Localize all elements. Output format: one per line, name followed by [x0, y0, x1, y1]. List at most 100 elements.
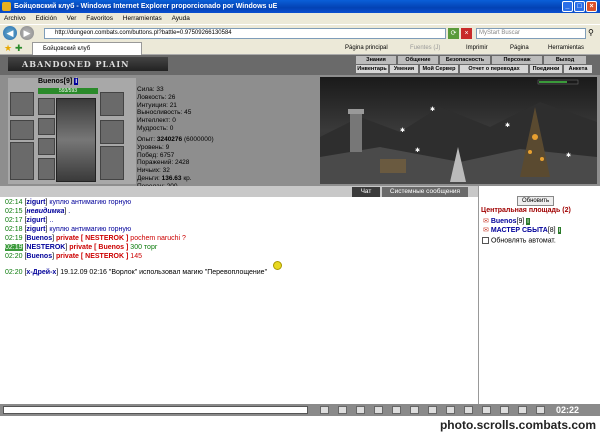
belt-slot-icon[interactable] [38, 158, 55, 180]
home-button[interactable]: Página principal [345, 41, 388, 55]
amulet-slot-icon[interactable] [38, 118, 55, 135]
nav-knowledge[interactable]: Знания [356, 56, 396, 64]
info-icon[interactable]: i [74, 78, 79, 85]
log-icon[interactable] [446, 406, 455, 414]
tab-chat[interactable]: Чат [352, 187, 380, 197]
chat-message-system: 02:20 [x-Дрей-x] 19.12.09 02:16 "Ворлок"… [5, 261, 283, 276]
svg-text:✱: ✱ [566, 152, 571, 159]
watermark: photo.scrolls.combats.com [439, 418, 596, 432]
chat-nick[interactable]: zigurt [26, 199, 45, 206]
back-icon[interactable]: ◀ [3, 26, 17, 40]
nav-skills[interactable]: Умения [390, 65, 418, 73]
close-button[interactable]: × [586, 1, 597, 12]
private-message-icon[interactable]: ✉ [483, 218, 489, 225]
stat-losses: Поражений: 2428 [137, 159, 190, 167]
tab-combats[interactable]: Бойцовский клуб [32, 42, 142, 55]
chat-nick[interactable]: Buenos [26, 253, 52, 260]
add-favorite-icon[interactable]: ✚ [15, 41, 23, 55]
translit-icon[interactable] [392, 406, 401, 414]
menu-ver[interactable]: Ver [63, 15, 81, 22]
chat-nick[interactable]: NESTEROK [26, 244, 65, 251]
armor-slot-icon[interactable] [10, 142, 34, 180]
gloves-slot-icon[interactable] [38, 138, 55, 155]
chat-nick[interactable]: невидимка [26, 208, 64, 215]
print-button[interactable]: Imprimir [466, 41, 488, 55]
auto-refresh-checkbox[interactable] [482, 237, 489, 244]
svg-text:✱: ✱ [400, 127, 405, 134]
menu-edicion[interactable]: Edición [32, 15, 61, 22]
menu-archivo[interactable]: Archivo [0, 15, 30, 22]
tab-bar: ★ ✚ Бойцовский клуб Página principal Fue… [0, 41, 600, 55]
chat-nick[interactable]: zigurt [26, 226, 45, 233]
user-row[interactable]: ✉ Buenos[9] i [483, 217, 530, 225]
nav-exit[interactable]: Выход [544, 56, 586, 64]
tools-button[interactable]: Herramientas [548, 41, 584, 55]
nav-my-server[interactable]: Мой Сервер [420, 65, 458, 73]
character-name[interactable]: Buenos[9] i [38, 78, 79, 85]
bracers-slot-icon[interactable] [100, 92, 124, 116]
smiles-icon[interactable] [374, 406, 383, 414]
stat-draws: Ничьих: 32 [137, 167, 170, 175]
status-bar: photo.scrolls.combats.com [0, 416, 600, 436]
nav-inventory[interactable]: Инвентарь [356, 65, 388, 73]
music-icon[interactable] [482, 406, 491, 414]
chat-nick[interactable]: x-Дрей-x [26, 269, 56, 276]
tab-system-messages[interactable]: Системные сообщения [382, 187, 468, 197]
minimize-button[interactable]: _ [562, 1, 573, 12]
user-row[interactable]: ✉ МАСТЕР СБЫТА[8] i [483, 226, 562, 234]
clear-icon[interactable] [338, 406, 347, 414]
chat-message: 02:14 [zigurt] куплю антимагию горную [5, 199, 132, 206]
nav-battles[interactable]: Поединки [530, 65, 562, 73]
help-icon[interactable] [536, 406, 545, 414]
private-message-icon[interactable]: ✉ [483, 227, 489, 234]
game-scene[interactable]: ✱ ✱ ✱ ✱ ✱ [320, 77, 597, 184]
feeds-button[interactable]: Fuentes (J) [410, 41, 440, 55]
svg-text:✱: ✱ [430, 106, 435, 113]
shield-slot-icon[interactable] [100, 120, 124, 144]
stop-icon[interactable]: × [461, 28, 472, 39]
address-bar: ◀ ▶ http://dungeon.combats.com/buttons.p… [0, 24, 600, 41]
menu-herramientas[interactable]: Herramientas [119, 15, 166, 22]
menu-ayuda[interactable]: Ayuda [168, 15, 194, 22]
nav-character[interactable]: Персонаж [492, 56, 542, 64]
menu-favoritos[interactable]: Favoritos [82, 15, 117, 22]
url-field[interactable]: http://dungeon.combats.com/buttons.pl?ba… [44, 28, 446, 39]
nav-security[interactable]: Безопасность [440, 56, 490, 64]
map-icon[interactable] [500, 406, 509, 414]
chat-message: 02:17 [zigurt] .. [5, 217, 54, 224]
helmet-slot-icon[interactable] [10, 92, 34, 116]
stat-level: Уровень: 9 [137, 143, 170, 151]
friends-icon[interactable] [464, 406, 473, 414]
window-title: Бойцовский клуб - Windows Internet Explo… [14, 3, 278, 10]
game-logo: ABANDONED PLAIN [8, 57, 168, 71]
ring-slot-icon[interactable] [38, 98, 55, 115]
search-input[interactable]: MyStart Buscar [476, 28, 586, 39]
chat-input[interactable] [3, 406, 308, 414]
send-icon[interactable] [320, 406, 329, 414]
filter-icon[interactable] [356, 406, 365, 414]
maximize-button[interactable]: □ [574, 1, 585, 12]
nav-chat[interactable]: Общение [398, 56, 438, 64]
refresh-users-button[interactable]: Обновить [517, 196, 555, 206]
search-icon[interactable]: ⚲ [588, 28, 594, 37]
sound-icon[interactable] [428, 406, 437, 414]
nav-profile[interactable]: Анкета [564, 65, 592, 73]
chat-nick[interactable]: Buenos [26, 235, 52, 242]
stats-progress: Опыт: 3240276 (6000000) Уровень: 9 Побед… [137, 136, 214, 190]
ie-app-icon [2, 2, 11, 11]
stat-endurance: Выносливость: 45 [137, 109, 192, 117]
forward-icon[interactable]: ▶ [20, 26, 34, 40]
auto-refresh-row: Обновлять автомат. [482, 237, 556, 244]
chat-nick[interactable]: zigurt [26, 217, 45, 224]
quest-icon[interactable] [518, 406, 527, 414]
chat-message: 02:18 [zigurt] куплю антимагию горную [5, 226, 132, 233]
user-info-icon[interactable]: i [526, 218, 530, 225]
boots-slot-icon[interactable] [100, 146, 124, 180]
user-info-icon[interactable]: i [557, 227, 562, 234]
nav-transfer-report[interactable]: Отчет о переводах [460, 65, 528, 73]
refresh-icon[interactable]: ⟳ [448, 28, 459, 39]
scroll-icon[interactable] [410, 406, 419, 414]
page-button[interactable]: Página [510, 41, 529, 55]
favorites-star-icon[interactable]: ★ [4, 41, 12, 55]
weapon-slot-icon[interactable] [10, 120, 34, 140]
